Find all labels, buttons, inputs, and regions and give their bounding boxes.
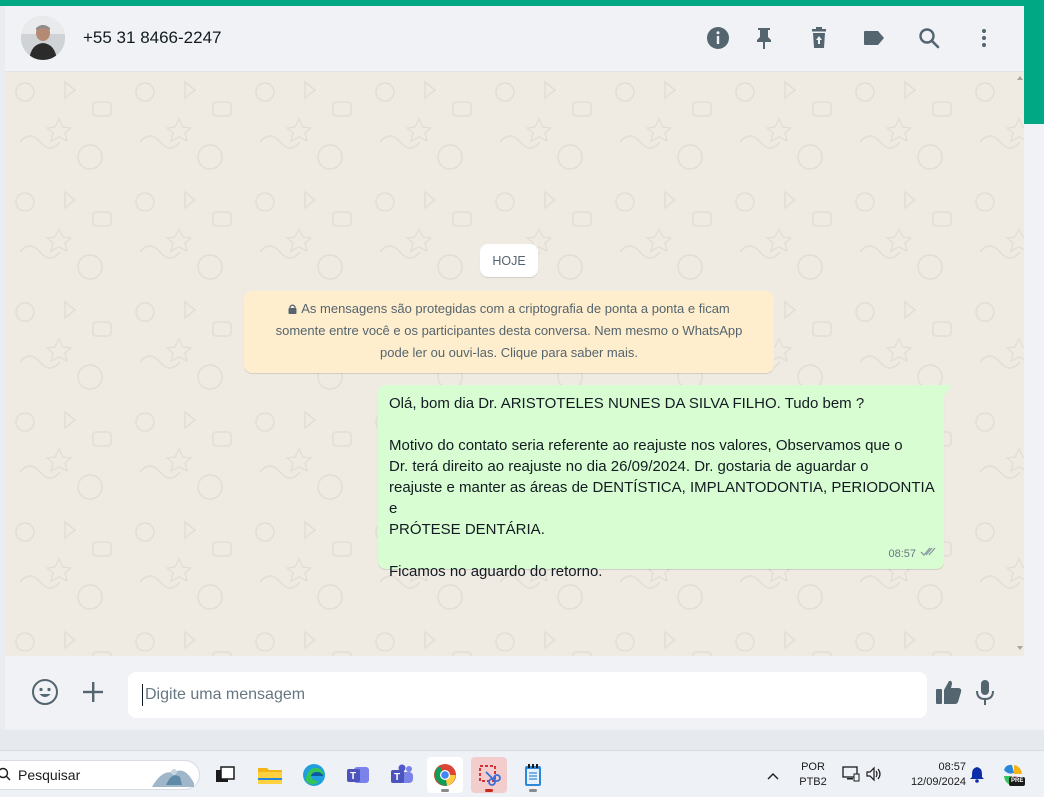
network-icon[interactable] <box>842 765 860 788</box>
desktop-gap <box>0 730 1044 750</box>
message-line <box>389 414 934 435</box>
language-code: POR <box>801 761 825 773</box>
right-gutter <box>1024 124 1044 750</box>
clock-time: 08:57 <box>938 761 966 773</box>
teams-icon[interactable]: T <box>384 757 420 793</box>
file-explorer-icon[interactable] <box>252 757 288 793</box>
search-icon[interactable] <box>916 25 942 51</box>
pin-icon[interactable] <box>751 25 777 51</box>
show-hidden-icons-chevron-up-icon[interactable] <box>766 768 780 786</box>
edge-icon[interactable] <box>296 757 332 793</box>
copilot-preview-badge: PRE <box>1011 778 1024 784</box>
message-line: Olá, bom dia Dr. ARISTOTELES NUNES DA SI… <box>389 395 865 412</box>
double-check-icon <box>920 544 936 565</box>
message-line <box>389 540 934 561</box>
chrome-icon[interactable] <box>427 757 463 793</box>
search-highlight-icon <box>150 763 196 792</box>
notification-bell-icon[interactable] <box>969 766 985 788</box>
search-icon <box>0 767 12 784</box>
contact-name[interactable]: +55 31 8466-2247 <box>83 28 222 48</box>
taskbar-clock[interactable]: 08:57 12/09/2024 <box>896 760 966 790</box>
text-caret <box>142 684 143 706</box>
svg-text:T: T <box>350 771 356 782</box>
svg-text:T: T <box>394 772 400 783</box>
scroll-down-arrow[interactable] <box>1017 646 1023 650</box>
running-indicator <box>529 789 537 792</box>
info-icon[interactable] <box>705 25 731 51</box>
message-line: Dr. terá direito ao reajuste no dia 26/0… <box>389 458 869 475</box>
taskbar-search-placeholder: Pesquisar <box>18 767 81 783</box>
chat-header: +55 31 8466-2247 <box>5 6 1024 72</box>
encryption-notice-line1: As mensagens são protegidas com a cripto… <box>301 301 730 316</box>
date-separator: HOJE <box>480 244 538 277</box>
running-indicator <box>485 789 493 792</box>
message-input[interactable]: Digite uma mensagem <box>128 672 927 718</box>
right-accent-strip <box>1024 0 1044 124</box>
copilot-icon[interactable]: PRE <box>1000 762 1026 793</box>
encryption-notice-line2: somente entre você e os participantes de… <box>275 323 743 338</box>
plus-icon[interactable] <box>78 677 108 707</box>
encryption-notice[interactable]: As mensagens são protegidas com a cripto… <box>244 291 774 373</box>
lock-icon <box>288 299 297 314</box>
keyboard-layout: PTB2 <box>799 776 827 788</box>
chat-window: +55 31 8466-2247 HOJE As mensagens são p… <box>5 6 1024 730</box>
composer-bar: Digite uma mensagem <box>5 656 1024 730</box>
microphone-icon[interactable] <box>970 677 1000 707</box>
message-meta: 08:57 <box>888 544 936 565</box>
delete-icon[interactable] <box>806 25 832 51</box>
snipping-tool-icon[interactable] <box>471 757 507 793</box>
volume-icon[interactable] <box>865 765 883 788</box>
input-language-indicator[interactable]: POR PTB2 <box>796 760 830 790</box>
emoji-icon[interactable] <box>30 677 60 707</box>
message-line: Ficamos no aguardo do retorno. <box>389 563 603 580</box>
clock-date: 12/09/2024 <box>910 776 966 788</box>
encryption-notice-line3: pode ler ou ouvi-las. Clique para saber … <box>380 345 638 360</box>
message-time: 08:57 <box>888 548 916 560</box>
thumbs-up-icon[interactable] <box>934 677 964 707</box>
message-line: reajuste e manter as áreas de DENTÍSTICA… <box>389 479 939 517</box>
contact-avatar[interactable] <box>21 16 65 60</box>
message-input-placeholder: Digite uma mensagem <box>145 686 306 703</box>
bubble-tail <box>944 385 952 396</box>
notepad-icon[interactable] <box>515 757 551 793</box>
label-icon[interactable] <box>861 25 887 51</box>
scroll-up-arrow[interactable] <box>1017 76 1023 80</box>
windows-taskbar: Pesquisar T T POR PTB2 08:57 12/09/2024 … <box>0 750 1044 797</box>
message-line: Motivo do contato seria referente ao rea… <box>389 437 903 454</box>
taskbar-search[interactable]: Pesquisar <box>0 760 200 790</box>
teams-classic-icon[interactable]: T <box>340 757 376 793</box>
outgoing-message[interactable]: Olá, bom dia Dr. ARISTOTELES NUNES DA SI… <box>378 385 944 580</box>
running-indicator <box>441 789 449 792</box>
more-vertical-icon[interactable] <box>971 25 997 51</box>
message-line: PRÓTESE DENTÁRIA. <box>389 521 545 538</box>
task-view-icon[interactable] <box>207 757 243 793</box>
